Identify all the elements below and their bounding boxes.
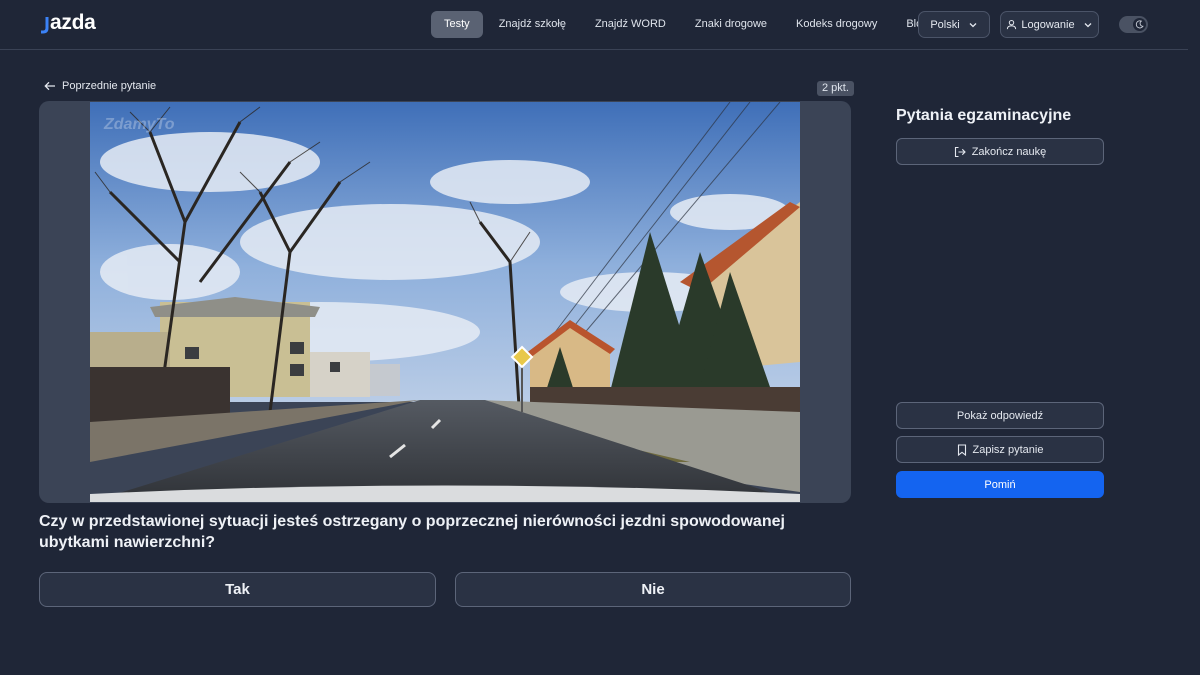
logout-icon [954,146,966,157]
previous-question-label: Poprzednie pytanie [62,80,157,92]
theme-toggle[interactable] [1119,16,1148,33]
question-image: ZdamyTo [90,102,800,502]
main-nav: Testy Znajdź szkołę Znajdź WORD Znaki dr… [431,11,944,38]
skip-button[interactable]: Pomiń [896,471,1104,498]
sidebar-title: Pytania egzaminacyjne [896,107,1072,124]
arrow-left-icon [44,81,55,91]
previous-question-link[interactable]: Poprzednie pytanie [44,80,156,92]
language-label: Polski [930,18,960,31]
show-answer-label: Pokaż odpowiedź [956,409,1044,422]
answer-yes-button[interactable]: Tak [39,572,436,607]
nav-item-znajdz-word[interactable]: Znajdź WORD [582,11,679,38]
nav-item-kodeks-drogowy[interactable]: Kodeks drogowy [783,11,890,38]
nav-item-znajdz-szkole[interactable]: Znajdź szkołę [486,11,579,38]
moon-icon [1133,18,1146,31]
save-question-button[interactable]: Zapisz pytanie [896,436,1104,463]
road-scene-illustration [90,102,800,502]
finish-learning-label: Zakończ naukę [971,145,1047,158]
media-watermark: ZdamyTo [104,116,175,133]
login-dropdown[interactable]: Logowanie [1000,11,1099,38]
nav-item-znaki-drogowe[interactable]: Znaki drogowe [682,11,780,38]
skip-label: Pomiń [984,478,1016,491]
bookmark-icon [957,443,966,456]
show-answer-button[interactable]: Pokaż odpowiedź [896,402,1104,429]
site-logo[interactable]: azda [41,11,96,35]
finish-learning-button[interactable]: Zakończ naukę [896,138,1104,165]
answer-no-button[interactable]: Nie [455,572,851,607]
top-navigation-bar: azda Testy Znajdź szkołę Znajdź WORD Zna… [0,0,1188,50]
chevron-down-icon [1084,22,1092,27]
points-badge: 2 pkt. [817,81,854,96]
logo-j-icon [41,17,49,34]
nav-item-testy[interactable]: Testy [431,11,483,38]
login-label: Logowanie [1021,18,1075,31]
logo-text: azda [50,11,96,34]
language-dropdown[interactable]: Polski [918,11,990,38]
user-icon [1007,19,1017,30]
question-media-frame: ZdamyTo [39,101,851,503]
chevron-down-icon [969,22,977,27]
question-text: Czy w przedstawionej sytuacji jesteś ost… [39,513,785,551]
save-question-label: Zapisz pytanie [972,443,1044,456]
